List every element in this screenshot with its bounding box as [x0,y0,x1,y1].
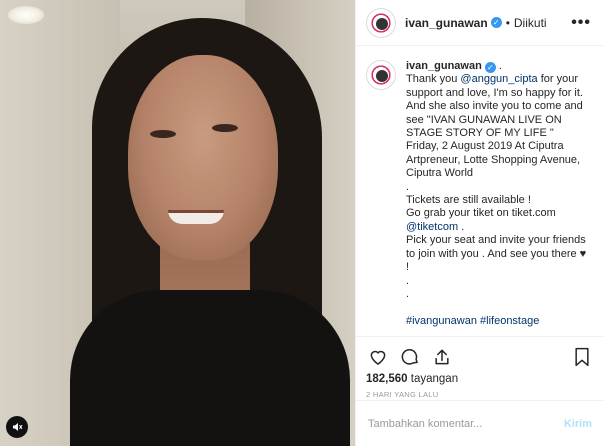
post-comment-button[interactable]: Kirim [564,418,592,430]
caption-text: Thank you [406,73,461,86]
view-count[interactable]: 182,560 tayangan [366,373,594,385]
mention-link[interactable]: @tiketcom [406,221,458,233]
video-subject-eye [150,130,176,138]
caption-body: ivan_gunawan ✓ . Thank you @anggun_cipta … [406,60,591,331]
avatar[interactable] [366,60,396,90]
comment-input[interactable] [368,417,564,430]
comment-icon [401,348,418,365]
hashtag-link[interactable]: #lifeonstage [480,315,539,327]
view-count-number: 182,560 [366,373,408,385]
share-button[interactable] [430,345,454,369]
post-header: ivan_gunawan ✓ • Diikuti ••• [356,0,603,46]
save-button[interactable] [570,345,594,369]
hashtag-link[interactable]: #ivangunawan [406,315,477,327]
sound-icon [13,423,23,431]
post-actions: 182,560 tayangan 2 HARI YANG LALU [356,336,603,399]
caption-text: for your support and love, I'm so happy … [406,73,583,220]
post-timestamp[interactable]: 2 HARI YANG LALU [366,390,594,399]
caption-section: ivan_gunawan ✓ . Thank you @anggun_cipta … [356,46,603,331]
video-subject-shirt [70,290,350,446]
comment-form: Kirim [356,400,603,446]
video-subject-mouth [168,210,224,224]
separator-dot: • [505,15,510,30]
video-subject-eye [212,124,238,132]
verified-icon: ✓ [490,17,502,28]
more-options-button[interactable]: ••• [571,14,591,31]
sound-toggle-button[interactable] [6,416,28,438]
video-subject-face [128,55,278,260]
action-icons [366,343,594,371]
avatar[interactable] [366,7,396,38]
mention-link[interactable]: @anggun_cipta [460,73,537,85]
like-button[interactable] [366,345,390,369]
share-icon [435,349,449,365]
follow-status-button[interactable]: Diikuti [514,16,547,30]
caption-username[interactable]: ivan_gunawan [406,60,482,72]
comment-button[interactable] [398,345,422,369]
view-count-label: tayangan [407,373,459,385]
verified-icon: ✓ [484,62,496,74]
bookmark-icon [575,347,589,367]
post-author-username[interactable]: ivan_gunawan [405,16,488,30]
post-panel: ivan_gunawan ✓ • Diikuti ••• ivan_gunawa… [355,0,603,446]
heart-icon [370,350,386,365]
ceiling-light [8,6,44,24]
caption-dot: . [495,60,502,72]
video-player[interactable] [0,0,355,446]
